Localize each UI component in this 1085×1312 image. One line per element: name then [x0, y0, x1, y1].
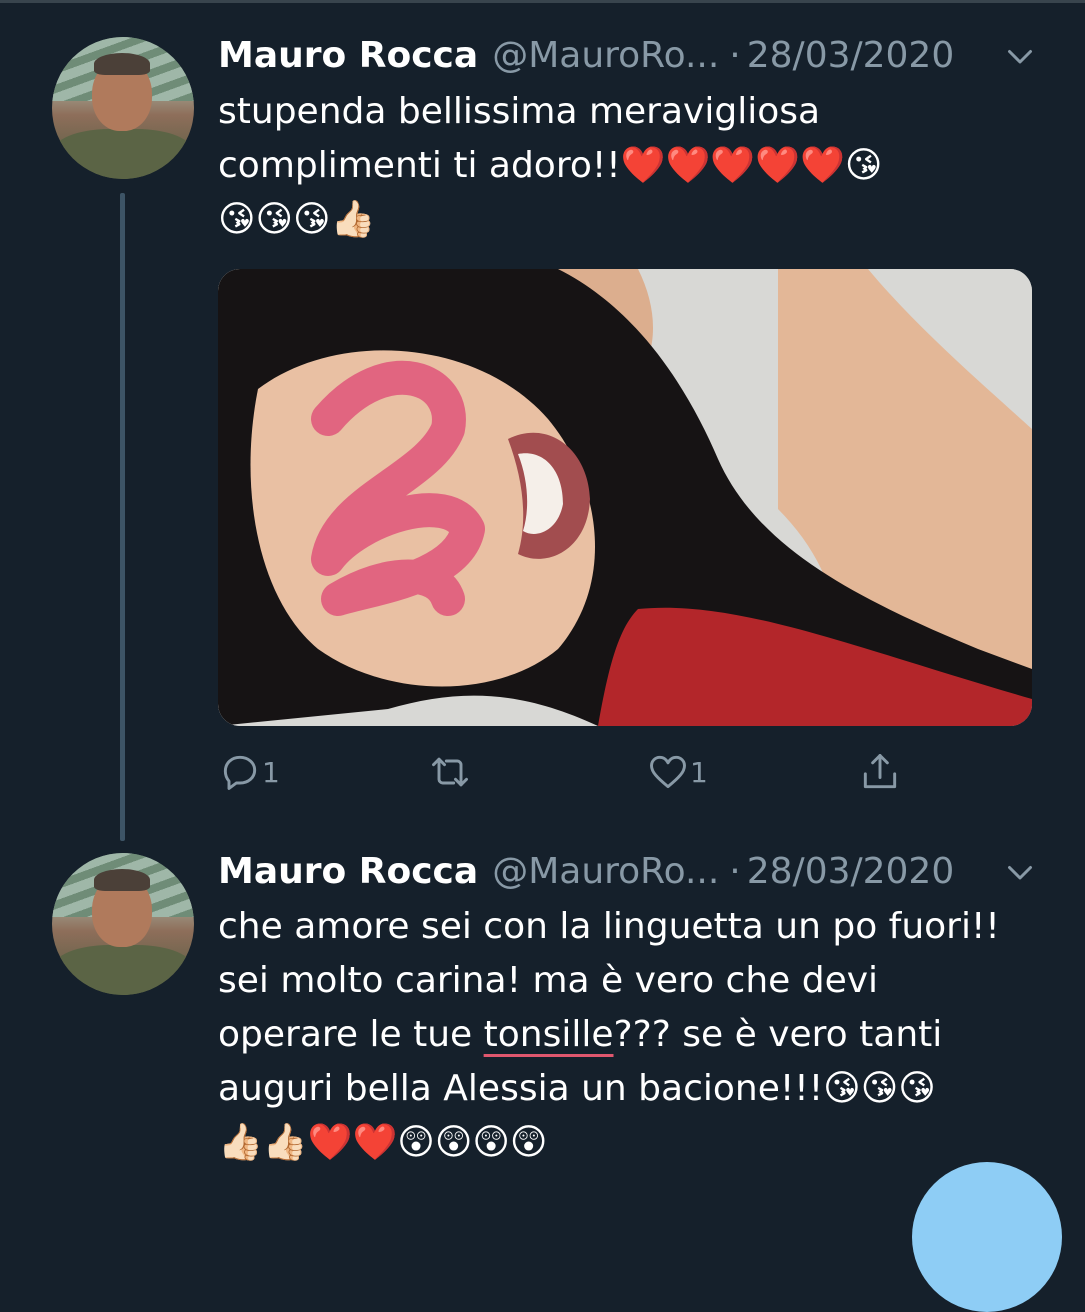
avatar[interactable] — [52, 37, 194, 179]
tweet-date[interactable]: 28/03/2020 — [747, 851, 955, 892]
retweet-button[interactable] — [428, 750, 472, 794]
reply-count: 1 — [262, 755, 280, 789]
like-count: 1 — [690, 755, 708, 789]
author-name[interactable]: Mauro Rocca — [218, 35, 478, 76]
tweet-photo[interactable] — [218, 269, 1032, 726]
tweet-emojis-line2: 😘😘😘👍🏻 — [218, 199, 376, 240]
share-icon — [863, 754, 897, 789]
reply-icon — [223, 755, 257, 790]
tweet-date[interactable]: 28/03/2020 — [747, 35, 955, 76]
tweet-emojis-line1: ❤️❤️❤️❤️❤️😘 — [620, 145, 883, 186]
tweet-actions: 1 1 — [218, 750, 998, 800]
tweet-emojis-line4: 😘😘😘 — [823, 1068, 936, 1109]
tweet-text: stupenda bellissima meravigliosa complim… — [218, 85, 1048, 247]
tweet-text: che amore sei con la linguetta un po fuo… — [218, 900, 1048, 1170]
tweet-header: Mauro Rocca @MauroRo... · 28/03/2020 — [218, 846, 954, 896]
author-handle[interactable]: @MauroRo... — [492, 35, 719, 76]
tweet-emojis-line5: 👍🏻👍🏻❤️❤️😲😲😲😲 — [218, 1122, 548, 1163]
share-button[interactable] — [858, 750, 902, 794]
author-handle[interactable]: @MauroRo... — [492, 851, 719, 892]
underlined-word: tonsille — [483, 1014, 614, 1055]
top-divider — [0, 0, 1085, 3]
thread-connector — [120, 193, 125, 841]
tweet-text-line1: che amore sei con la linguetta un po fuo… — [218, 906, 1000, 947]
compose-button[interactable] — [912, 1162, 1062, 1312]
avatar[interactable] — [52, 853, 194, 995]
tweet-text-line4: auguri bella Alessia un bacione!!! — [218, 1068, 824, 1109]
tweet-header: Mauro Rocca @MauroRo... · 28/03/2020 — [218, 30, 954, 80]
tweet-text-line3a: operare le tue — [218, 1014, 473, 1055]
separator-dot: · — [729, 850, 741, 892]
separator-dot: · — [729, 34, 741, 76]
chevron-down-icon[interactable] — [1002, 854, 1038, 890]
chevron-down-icon[interactable] — [1002, 38, 1038, 74]
reply-button[interactable]: 1 — [218, 750, 280, 794]
tweet-text-line2: sei molto carina! ma è vero che devi — [218, 960, 879, 1001]
like-icon — [650, 755, 686, 789]
retweet-icon — [432, 757, 468, 787]
tweet-text-line3b: ??? se è vero tanti — [613, 1014, 943, 1055]
like-button[interactable]: 1 — [646, 750, 708, 794]
author-name[interactable]: Mauro Rocca — [218, 851, 478, 892]
